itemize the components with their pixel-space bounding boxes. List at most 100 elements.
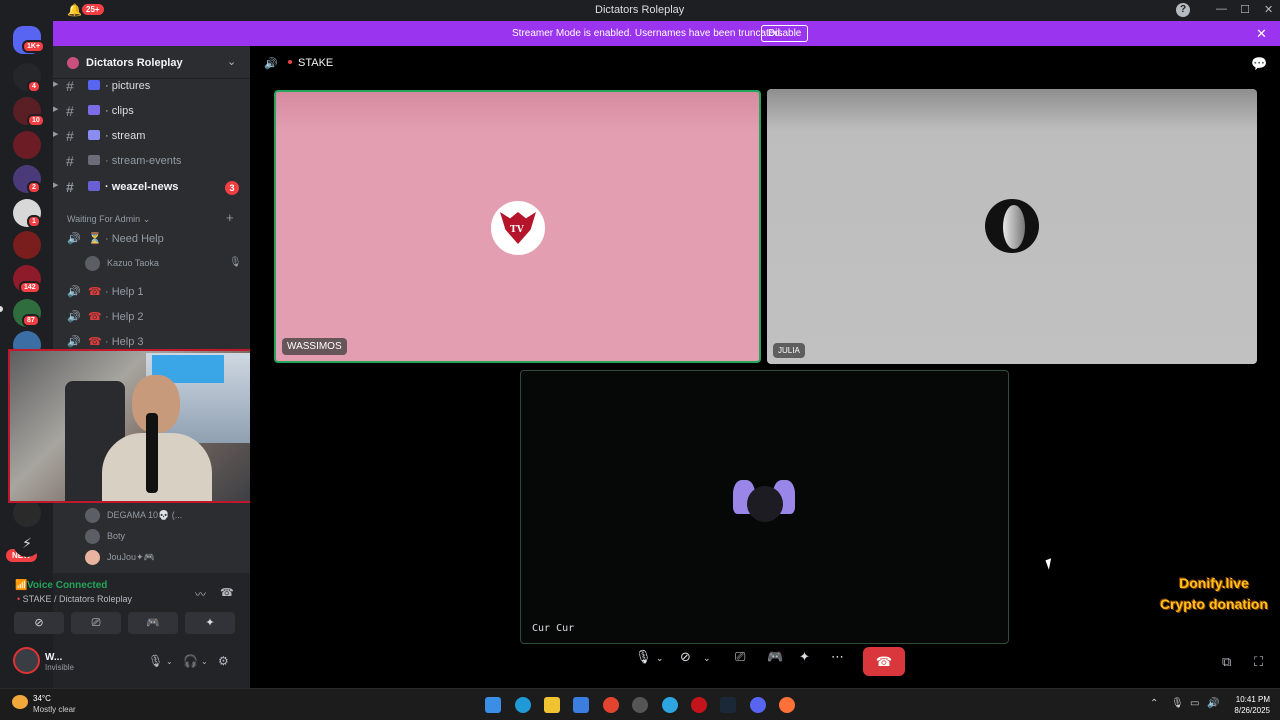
voice-channel-name: STAKE: [298, 57, 334, 69]
share-screen-icon[interactable]: ⎚: [735, 649, 745, 665]
member-name: Boty: [107, 531, 126, 541]
channel-label: · pictures: [105, 80, 151, 92]
chevron-down-icon[interactable]: ⌄: [656, 653, 664, 664]
chevron-down-icon[interactable]: ⌄: [227, 55, 236, 68]
signal-icon[interactable]: 📶: [15, 580, 27, 591]
discover-icon[interactable]: ⚡: [13, 529, 41, 557]
activities-button[interactable]: 🎮: [128, 612, 178, 634]
channel-emoji-icon: [88, 130, 100, 140]
tv-logo-text: TV: [510, 225, 524, 235]
server-icon[interactable]: [13, 131, 41, 159]
display-icon[interactable]: ▭: [1190, 698, 1199, 709]
speaker-icon: 🔊: [67, 286, 81, 298]
headphones-icon[interactable]: 🎧: [183, 654, 198, 668]
windows-taskbar: 34°C Mostly clear ⌃ 🎙 ▭ 🔊 10:41 PM 8/26/…: [0, 688, 1280, 720]
channel-emoji-icon: [88, 80, 100, 90]
guild-icon: [67, 57, 79, 69]
channel-label: · weazel-news: [105, 181, 179, 193]
more-options-icon[interactable]: ⋯: [831, 649, 844, 665]
steam-icon[interactable]: [720, 697, 736, 713]
category-waiting-for-admin[interactable]: Waiting For Admin ⌄: [67, 214, 150, 225]
channel-stream-events[interactable]: # · stream-events: [53, 151, 250, 173]
speaker-icon: 🔊: [264, 58, 278, 70]
server-badge: 10: [27, 114, 45, 127]
temperature[interactable]: 34°C: [33, 694, 51, 703]
share-screen-button[interactable]: ⎚: [71, 612, 121, 634]
chevron-down-icon[interactable]: ⌄: [166, 657, 173, 666]
guild-header[interactable]: Dictators Roleplay ⌄: [53, 46, 250, 79]
chevron-up-icon[interactable]: ⌃: [1150, 698, 1158, 709]
fullscreen-icon[interactable]: ⛶: [1254, 654, 1263, 670]
settings-gear-icon[interactable]: ⚙: [218, 654, 229, 668]
chevron-down-icon[interactable]: ⌄: [703, 653, 711, 664]
opera-icon[interactable]: [691, 697, 707, 713]
speaker-icon: 🔊: [67, 233, 81, 245]
channel-pictures[interactable]: ▶ # · pictures: [53, 76, 250, 98]
activities-icon[interactable]: 🎮: [767, 649, 783, 665]
voice-connected-subtitle[interactable]: • STAKE / Dictators Roleplay: [17, 594, 132, 604]
pop-out-icon[interactable]: ⧉: [1222, 654, 1231, 670]
close-banner-icon[interactable]: ✕: [1256, 26, 1267, 42]
inbox-bell-icon[interactable]: 🔔: [67, 3, 82, 17]
start-icon[interactable]: [485, 697, 501, 713]
server-icon[interactable]: [13, 231, 41, 259]
hash-icon: #: [66, 179, 74, 195]
minimize-button[interactable]: —: [1216, 3, 1227, 15]
server-badge: 142: [19, 281, 41, 294]
channel-clips[interactable]: ▶ # · clips: [53, 101, 250, 123]
help-icon[interactable]: ?: [1176, 3, 1190, 17]
maximize-button[interactable]: ☐: [1240, 3, 1250, 16]
soundboard-button[interactable]: ✦: [185, 612, 235, 634]
participant-name: WASSIMOS: [282, 338, 347, 355]
chat-bubble-icon[interactable]: 💬: [1251, 56, 1267, 72]
camera-off-button[interactable]: ⊘: [14, 612, 64, 634]
camera-off-icon[interactable]: ⊘: [680, 649, 691, 665]
file-explorer-icon[interactable]: [544, 697, 560, 713]
phone-icon: ☎: [88, 336, 102, 348]
participant-tile[interactable]: JULIA: [767, 89, 1257, 364]
user-avatar[interactable]: [13, 647, 40, 674]
edge-browser-icon[interactable]: [515, 697, 531, 713]
hash-icon: #: [66, 78, 74, 94]
voice-connected-title[interactable]: Voice Connected: [27, 580, 107, 591]
disconnect-icon[interactable]: ☎: [220, 586, 234, 599]
noise-suppression-icon[interactable]: 〰: [195, 586, 206, 602]
server-icon[interactable]: [13, 499, 41, 527]
voice-channel-help-1[interactable]: 🔊 ☎ · Help 1: [53, 282, 250, 304]
volume-icon[interactable]: 🔊: [1207, 698, 1219, 709]
voice-channel-help-2[interactable]: 🔊 ☎ · Help 2: [53, 307, 250, 329]
create-channel-icon[interactable]: +: [226, 210, 234, 225]
close-window-button[interactable]: ✕: [1264, 3, 1273, 16]
avatar: [985, 199, 1039, 253]
channel-stream[interactable]: ▶ # · stream: [53, 126, 250, 148]
channel-emoji-icon: [88, 181, 100, 191]
firefox-icon[interactable]: [779, 697, 795, 713]
user-name[interactable]: W...: [45, 652, 62, 663]
microphone-icon[interactable]: 🎙: [1171, 698, 1184, 709]
participant-tile[interactable]: Cur Cur: [520, 370, 1009, 644]
voice-channel-need-help[interactable]: 🔊 ⏳ · Need Help: [53, 229, 250, 251]
server-badge: 1K+: [22, 40, 46, 53]
chrome-icon[interactable]: [603, 697, 619, 713]
live-dot: [288, 60, 292, 64]
disable-streamer-mode-button[interactable]: Disable: [761, 25, 809, 42]
donation-overlay: Donify.live Crypto donation: [1148, 573, 1280, 615]
microphone-icon[interactable]: 🎙: [635, 649, 652, 665]
obs-icon[interactable]: [632, 697, 648, 713]
telegram-icon[interactable]: [662, 697, 678, 713]
system-clock[interactable]: 10:41 PM 8/26/2025: [1226, 694, 1270, 716]
disconnect-call-button[interactable]: ☎: [863, 647, 905, 676]
channel-label: · stream: [105, 130, 146, 142]
weather-icon[interactable]: [12, 695, 28, 709]
channel-label: · stream-events: [105, 155, 182, 167]
microphone-icon[interactable]: 🎙: [148, 654, 163, 668]
discord-icon[interactable]: [750, 697, 766, 713]
member-name: DEGAMA 10💀 (...: [107, 510, 183, 520]
channel-weazel-news[interactable]: ▶ # · weazel-news 3: [53, 177, 250, 199]
store-icon[interactable]: [573, 697, 589, 713]
member-name: Kazuo Taoka: [107, 258, 159, 268]
chevron-down-icon[interactable]: ⌄: [201, 657, 208, 666]
weather-description[interactable]: Mostly clear: [33, 705, 76, 714]
participant-tile[interactable]: TV WASSIMOS: [274, 90, 761, 363]
soundboard-icon[interactable]: ✦: [799, 649, 810, 665]
